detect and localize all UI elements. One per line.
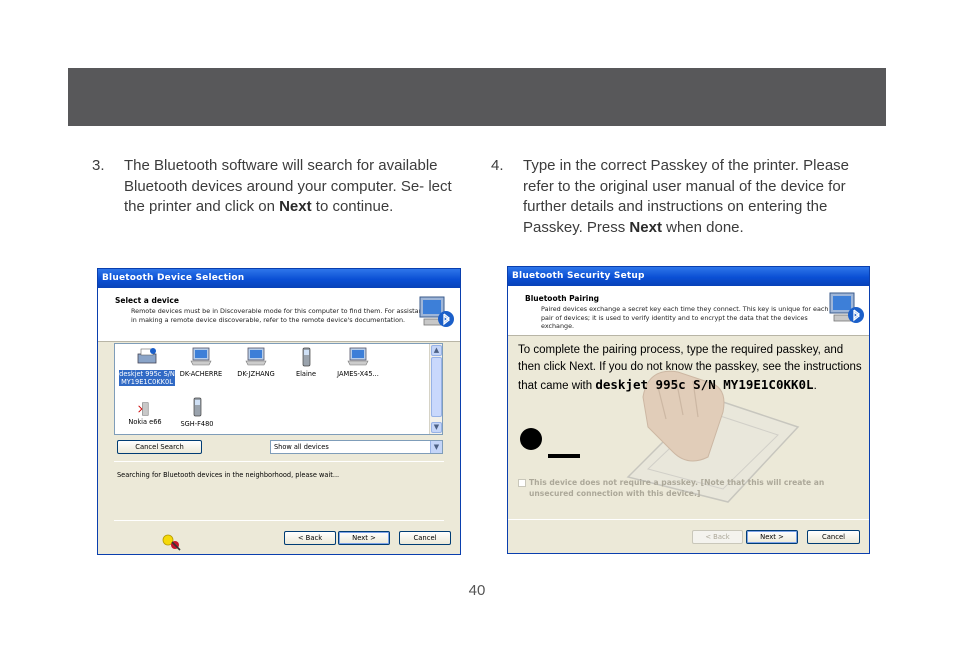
device-item-sgh[interactable]: SGH-F480 bbox=[169, 396, 225, 428]
divider bbox=[114, 461, 444, 462]
device-label: Nokia e66 bbox=[128, 418, 162, 426]
cancel-button[interactable]: Cancel bbox=[807, 530, 860, 544]
step-bold: Next bbox=[629, 218, 662, 236]
printer-icon bbox=[137, 348, 157, 364]
device-item-dk-jzhang[interactable]: DK-JZHANG bbox=[228, 346, 284, 378]
security-setup-dialog: Bluetooth Security Setup Bluetooth Pairi… bbox=[507, 266, 870, 554]
scroll-thumb[interactable] bbox=[431, 357, 442, 417]
dialog-title: Bluetooth Device Selection bbox=[98, 269, 460, 288]
back-button[interactable]: < Back bbox=[692, 530, 743, 544]
device-item-elaine[interactable]: Elaine bbox=[278, 346, 334, 378]
passkey-entered-char[interactable] bbox=[520, 428, 542, 450]
step-number: 4. bbox=[491, 157, 504, 174]
header-bar bbox=[68, 68, 886, 126]
device-name: deskjet 995c S/N MY19E1C0KK0L bbox=[595, 377, 814, 392]
device-item-nokia[interactable]: Nokia e66 bbox=[117, 402, 173, 426]
next-button[interactable]: Next > bbox=[746, 530, 798, 544]
chevron-down-icon[interactable]: ▼ bbox=[430, 441, 442, 453]
step-text: The Bluetooth software will search for a… bbox=[124, 157, 452, 215]
next-button[interactable]: Next > bbox=[338, 531, 390, 545]
device-label: DK-ACHERRE bbox=[179, 370, 223, 378]
laptop-icon bbox=[347, 347, 369, 366]
scroll-up-icon[interactable]: ▲ bbox=[431, 345, 442, 356]
phone-icon bbox=[193, 397, 202, 417]
dialog-title: Bluetooth Security Setup bbox=[508, 267, 869, 286]
device-list[interactable]: deskjet 995c S/N MY19E1C0KK0L DK-ACHERRE… bbox=[114, 343, 443, 435]
divider bbox=[114, 520, 444, 521]
no-passkey-label: This device does not require a passkey. … bbox=[529, 478, 825, 498]
page-number: 40 bbox=[468, 582, 486, 599]
laptop-icon bbox=[190, 347, 212, 366]
bluetooth-computer-icon bbox=[419, 296, 454, 327]
device-label: deskjet 995c S/N MY19E1C0KK0L bbox=[119, 370, 175, 386]
no-passkey-option[interactable]: This device does not require a passkey. … bbox=[518, 477, 863, 499]
device-item-james[interactable]: JAMES-X45... bbox=[330, 346, 386, 378]
device-list-scrollbar[interactable]: ▲ ▼ bbox=[429, 344, 442, 434]
dialog-description: Paired devices exchange a secret key eac… bbox=[541, 305, 829, 331]
device-filter-select[interactable]: Show all devices ▼ bbox=[270, 440, 443, 454]
no-passkey-checkbox[interactable] bbox=[518, 479, 526, 487]
dialog-header: Bluetooth Pairing Paired devices exchang… bbox=[508, 286, 869, 336]
pairing-instructions: To complete the pairing process, type th… bbox=[518, 344, 862, 392]
device-item-deskjet[interactable]: deskjet 995c S/N MY19E1C0KK0L bbox=[119, 346, 175, 386]
phone-icon bbox=[302, 347, 311, 367]
device-label: Elaine bbox=[295, 370, 317, 378]
dialog-heading: Select a device bbox=[115, 296, 179, 305]
cancel-search-button[interactable]: Cancel Search bbox=[117, 440, 202, 454]
pairing-area: To complete the pairing process, type th… bbox=[508, 337, 869, 521]
device-item-dk-acherre[interactable]: DK-ACHERRE bbox=[173, 346, 229, 378]
divider bbox=[508, 519, 869, 520]
device-filter-value: Show all devices bbox=[274, 443, 329, 451]
cancel-button[interactable]: Cancel bbox=[399, 531, 451, 545]
scroll-down-icon[interactable]: ▼ bbox=[431, 422, 442, 433]
bluetooth-computer-icon bbox=[829, 292, 864, 323]
phone-icon bbox=[138, 402, 149, 416]
step-number: 3. bbox=[92, 157, 105, 174]
laptop-icon bbox=[245, 347, 267, 366]
step-bold: Next bbox=[279, 198, 312, 215]
search-status: Searching for Bluetooth devices in the n… bbox=[117, 471, 340, 479]
device-label: JAMES-X45... bbox=[337, 370, 379, 378]
dialog-description: Remote devices must be in Discoverable m… bbox=[131, 307, 431, 324]
passkey-cursor[interactable] bbox=[548, 454, 580, 458]
step-text: Type in the correct Passkey of the print… bbox=[523, 157, 850, 236]
searching-animation-icon bbox=[162, 534, 181, 551]
device-selection-dialog: Bluetooth Device Selection Select a devi… bbox=[97, 268, 461, 555]
back-button[interactable]: < Back bbox=[284, 531, 336, 545]
device-label: SGH-F480 bbox=[180, 420, 214, 428]
device-label: DK-JZHANG bbox=[237, 370, 275, 378]
dialog-heading: Bluetooth Pairing bbox=[525, 294, 600, 303]
dialog-header: Select a device Remote devices must be i… bbox=[98, 288, 460, 342]
